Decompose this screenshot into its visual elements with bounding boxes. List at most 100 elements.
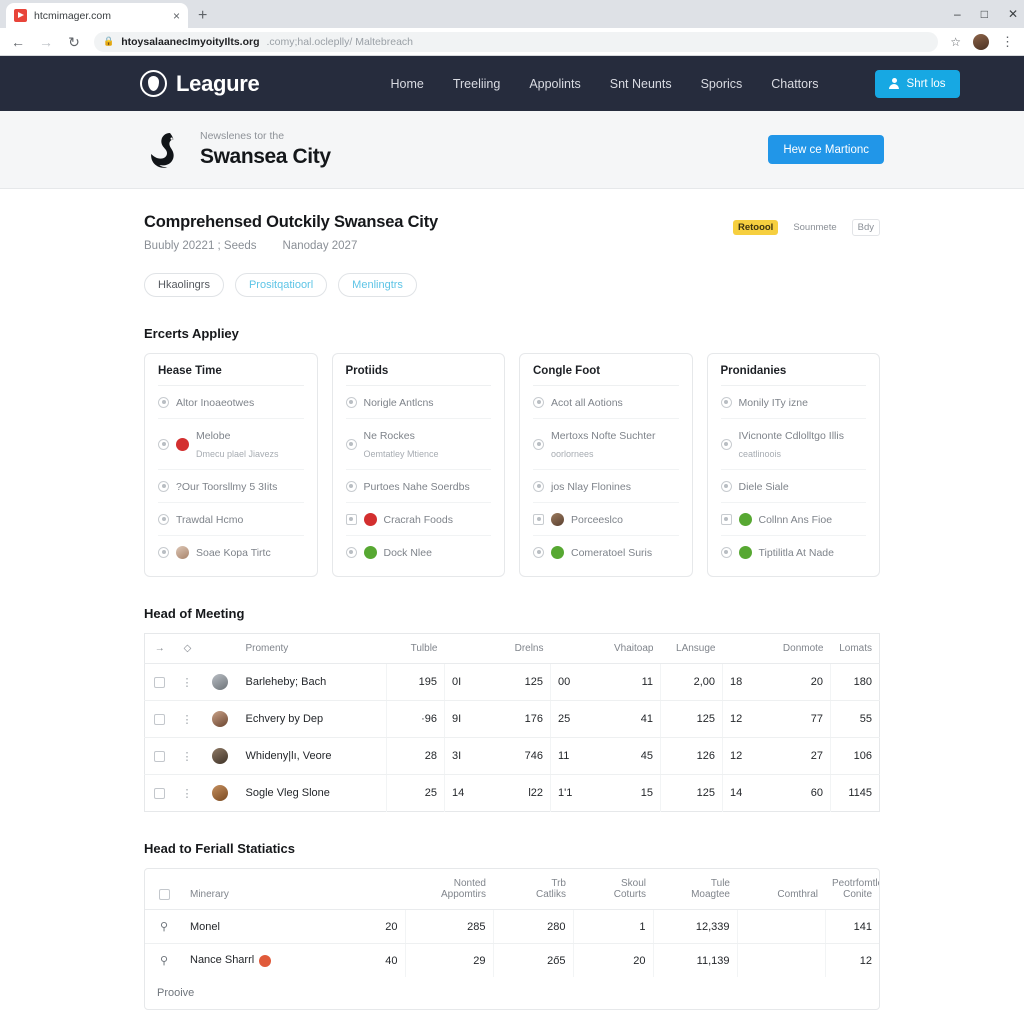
radio-icon[interactable] — [158, 396, 169, 408]
kebab-menu-icon[interactable]: ⋮ — [182, 788, 194, 800]
table-row[interactable]: ⋮ Echvery by Dep ·96 9I 176 25 41 125 12… — [144, 700, 880, 738]
col-skoul-coturts[interactable]: Skoul Coturts — [573, 869, 653, 910]
checkbox-icon[interactable] — [533, 513, 544, 525]
table-row[interactable]: ⚲ Monel 20 285 280 1 12,339 141 — [145, 909, 879, 944]
kebab-menu-icon[interactable]: ⋮ — [182, 751, 194, 763]
radio-icon[interactable] — [533, 546, 544, 558]
close-tab-icon[interactable]: × — [173, 10, 180, 22]
pill-tab-menlingtrs[interactable]: Menlingtrs — [338, 273, 417, 297]
reload-icon[interactable]: ↻ — [66, 35, 82, 49]
card-item[interactable]: Norigle Antlcns — [345, 386, 491, 419]
banner-cta-button[interactable]: Hew ce Martionc — [768, 135, 884, 164]
checkbox-icon[interactable] — [154, 787, 166, 799]
back-icon[interactable]: ← — [10, 35, 26, 49]
address-bar[interactable]: 🔒 htoysalaanecImyoityIlts.org .comy;hal.… — [94, 31, 939, 52]
card-item[interactable]: ?Our Toorsllmy 5 3Iits — [158, 470, 304, 503]
checkbox-icon[interactable] — [154, 713, 166, 725]
browser-menu-icon[interactable]: ⋮ — [1001, 35, 1014, 48]
row-menu-cell[interactable]: ⋮ — [175, 775, 201, 812]
forward-icon[interactable]: → — [38, 35, 54, 49]
brand-logo[interactable]: Leagure — [140, 70, 260, 97]
card-item[interactable]: Porceeslco — [533, 503, 679, 536]
col-select-all[interactable] — [145, 869, 183, 910]
nav-link-sporics[interactable]: Sporics — [701, 77, 743, 91]
card-item[interactable]: Tiptilitla At Nade — [720, 536, 867, 568]
card-item[interactable]: Purtoes Nahe Soerdbs — [345, 470, 491, 503]
radio-icon[interactable] — [720, 480, 732, 492]
card-item[interactable]: Diele Siale — [720, 470, 866, 503]
maximize-icon[interactable]: □ — [981, 8, 988, 20]
table-row[interactable]: ⋮ Whideny|lı, Veore 28 3I 746 11 45 126 … — [144, 737, 880, 775]
card-item[interactable]: Trawdal Hcmo — [158, 503, 304, 536]
card-item[interactable]: Monily ITy izne — [720, 386, 866, 419]
radio-icon[interactable] — [533, 480, 544, 492]
radio-icon[interactable] — [533, 438, 544, 450]
checkbox-icon[interactable] — [154, 676, 166, 688]
radio-icon[interactable] — [158, 480, 169, 492]
col-lansuge[interactable]: LAnsuge — [660, 633, 723, 664]
row-pin-cell[interactable]: ⚲ — [145, 909, 183, 944]
card-item[interactable]: Acot all Aotions — [533, 386, 679, 419]
col-lomats[interactable]: Lomats — [830, 633, 880, 664]
row-checkbox-cell[interactable] — [144, 737, 175, 775]
card-item[interactable]: Dock Nlee — [345, 536, 492, 568]
col-donmote[interactable]: Donmote — [756, 633, 831, 664]
card-item[interactable]: Mertoxs Nofte Suchter oorlornees — [533, 419, 679, 470]
kebab-menu-icon[interactable]: ⋮ — [182, 714, 194, 726]
kebab-menu-icon[interactable]: ⋮ — [182, 677, 194, 689]
card-item[interactable]: Cracrah Foods — [345, 503, 491, 536]
col-trb-catliks[interactable]: Trb Catliks — [493, 869, 573, 910]
card-item[interactable]: Soae Kopa Tirtc — [158, 536, 304, 568]
row-menu-cell[interactable]: ⋮ — [174, 663, 201, 701]
col-minerary[interactable]: Minerary — [183, 869, 323, 910]
radio-icon[interactable] — [158, 513, 169, 525]
col-diamond-icon[interactable]: ◇ — [174, 633, 201, 664]
col-comthral[interactable]: Comthral — [737, 869, 825, 910]
sign-in-button[interactable]: Shrt los — [874, 69, 960, 98]
col-drelns[interactable]: Drelns — [488, 633, 551, 664]
bookmark-star-icon[interactable]: ☆ — [950, 35, 961, 49]
pill-tab-hkaolingrs[interactable]: Hkaolingrs — [144, 273, 224, 297]
nav-link-home[interactable]: Home — [390, 77, 423, 91]
radio-icon[interactable] — [533, 396, 544, 408]
row-checkbox-cell[interactable] — [144, 663, 175, 701]
col-arrow[interactable]: → — [144, 633, 175, 664]
radio-icon[interactable] — [345, 396, 357, 408]
pill-tab-prositqatioorl[interactable]: Prositqatioorl — [234, 273, 328, 297]
col-nonted-appomtirs[interactable]: Nonted Appomtirs — [405, 869, 493, 910]
row-checkbox-cell[interactable] — [144, 700, 175, 738]
browser-tab[interactable]: htcmimager.com × — [6, 3, 188, 28]
radio-icon[interactable] — [345, 480, 357, 492]
segment-bdy[interactable]: Bdy — [851, 219, 880, 236]
table-row[interactable]: ⚲ Nance Sharrl 40 29 2ő5 20 11,139 12 — [145, 943, 879, 977]
radio-icon[interactable] — [158, 438, 169, 450]
card-item[interactable]: IVicnonte Cdlolltgo Illis ceatlinoois — [720, 419, 866, 470]
col-vhaitoap[interactable]: Vhaitoap — [598, 633, 661, 664]
col-peotrfomtlon-conite[interactable]: Peotrfomtlon Conite — [825, 869, 879, 910]
segment-retoool[interactable]: Retoool — [732, 220, 779, 235]
card-item[interactable]: Collnn Ans Fioe — [720, 503, 866, 536]
radio-icon[interactable] — [720, 546, 732, 558]
radio-icon[interactable] — [345, 438, 357, 450]
col-tulble[interactable]: Tulble — [386, 633, 445, 664]
card-item[interactable]: Altor Inoaeotwes — [158, 386, 304, 419]
checkbox-icon[interactable] — [720, 513, 732, 525]
table-row[interactable]: ⋮ Sogle Vleg Slone 25 14 l22 1'1 15 125 … — [145, 774, 880, 812]
card-item[interactable]: Melobe Dmecu plael Jiavezs — [158, 419, 304, 470]
col-tule-moagtee[interactable]: Tule Moagtee — [653, 869, 737, 910]
location-pin-icon[interactable]: ⚲ — [160, 955, 168, 967]
checkbox-icon[interactable] — [154, 750, 166, 762]
row-menu-cell[interactable]: ⋮ — [174, 700, 201, 738]
checkbox-icon[interactable] — [158, 888, 170, 900]
new-tab-button[interactable]: + — [198, 7, 207, 25]
card-item[interactable]: Comeratoel Suris — [533, 536, 679, 568]
row-menu-cell[interactable]: ⋮ — [174, 737, 201, 775]
stats-table-footer[interactable]: Prooive — [145, 977, 879, 1009]
nav-link-appolints[interactable]: Appolints — [529, 77, 580, 91]
radio-icon[interactable] — [345, 546, 357, 558]
col-promenty[interactable]: Promenty — [238, 633, 387, 664]
nav-link-chattors[interactable]: Chattors — [771, 77, 818, 91]
radio-icon[interactable] — [720, 438, 732, 450]
nav-link-snt-neunts[interactable]: Snt Neunts — [610, 77, 672, 91]
profile-avatar[interactable] — [973, 33, 989, 50]
